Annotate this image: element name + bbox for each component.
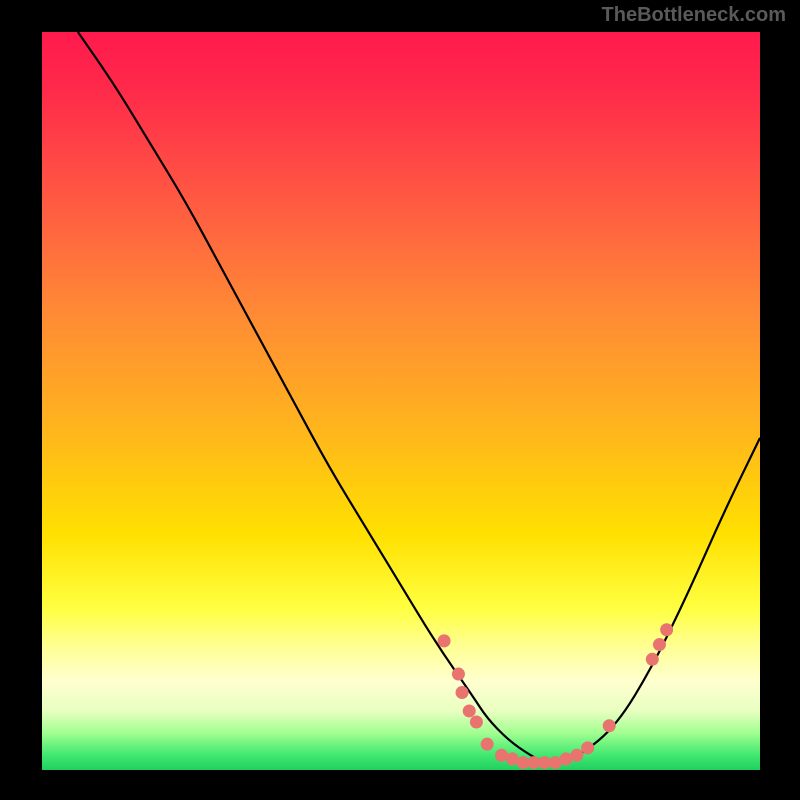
data-point bbox=[570, 749, 583, 762]
data-point bbox=[452, 668, 465, 681]
watermark-text: TheBottleneck.com bbox=[602, 4, 786, 27]
bottleneck-curve bbox=[78, 32, 760, 763]
data-point bbox=[660, 623, 673, 636]
data-point bbox=[456, 686, 469, 699]
data-point bbox=[646, 653, 659, 666]
data-point bbox=[470, 716, 483, 729]
data-point bbox=[581, 741, 594, 754]
data-point bbox=[438, 634, 451, 647]
chart-svg bbox=[42, 32, 760, 770]
data-point bbox=[603, 719, 616, 732]
data-point bbox=[481, 738, 494, 751]
chart-plot-area bbox=[42, 32, 760, 770]
data-point bbox=[463, 704, 476, 717]
data-point bbox=[653, 638, 666, 651]
